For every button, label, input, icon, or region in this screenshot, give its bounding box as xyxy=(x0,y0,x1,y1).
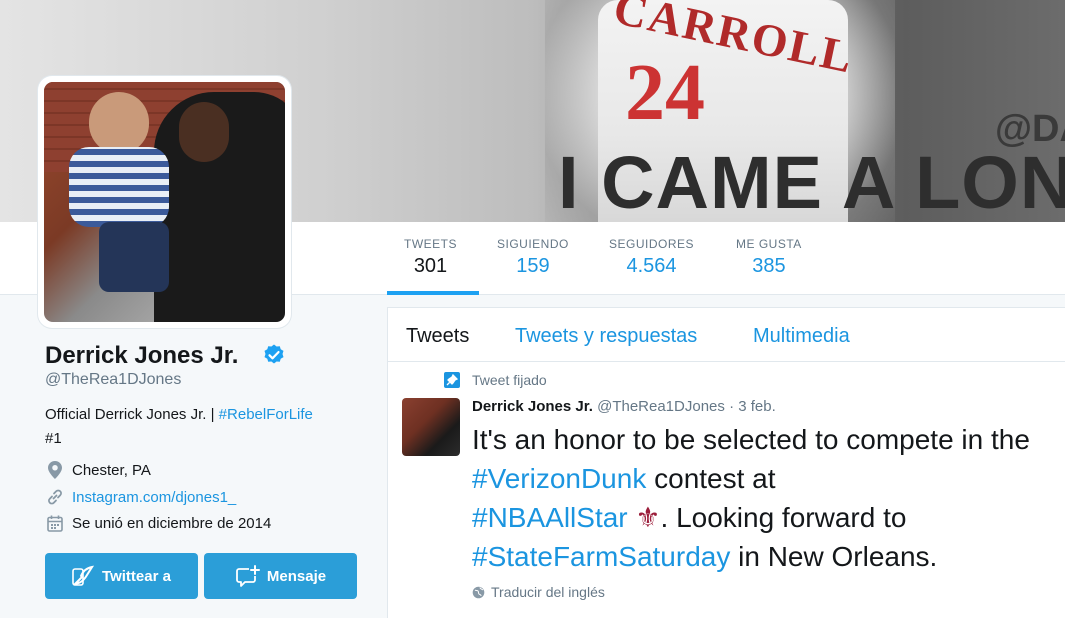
stat-value: 385 xyxy=(752,255,786,277)
profile-location: Chester, PA xyxy=(45,460,151,480)
translate-link[interactable]: Traducir del inglés xyxy=(472,584,605,600)
stat-value: 301 xyxy=(413,255,448,277)
hashtag-verizondunk-link[interactable]: #VerizonDunk xyxy=(472,463,646,494)
tweet-author-name[interactable]: Derrick Jones Jr. xyxy=(472,398,593,415)
tweet-date[interactable]: 3 feb. xyxy=(738,398,776,415)
active-tab-underline xyxy=(387,291,479,295)
location-pin-icon xyxy=(45,460,65,480)
banner-number-text: 24 xyxy=(625,49,705,137)
hashtag-statefarmsaturday-link[interactable]: #StateFarmSaturday xyxy=(472,541,730,572)
avatar-baby-head xyxy=(89,92,149,154)
stat-following[interactable]: SIGUIENDO 159 xyxy=(497,237,569,278)
website-link[interactable]: Instagram.com/djones1_ xyxy=(72,489,236,506)
joined-text: Se unió en diciembre de 2014 xyxy=(72,514,272,532)
hashtag-nbaallstar-link[interactable]: #NBAAllStar xyxy=(472,502,628,533)
profile-avatar[interactable] xyxy=(38,76,291,328)
calendar-icon xyxy=(45,513,65,533)
stat-label: SEGUIDORES xyxy=(609,237,695,251)
translate-label: Traducir del inglés xyxy=(491,584,605,600)
banner-slogan-text: I CAME A LONG xyxy=(558,141,1065,222)
tweet-to-button[interactable]: Twittear a xyxy=(45,553,198,599)
avatar-baby-body xyxy=(69,147,169,227)
avatar-photo xyxy=(44,82,285,322)
pinned-tweet-indicator: Tweet fijado xyxy=(444,372,547,388)
tweet-header: Derrick Jones Jr. @TheRea1DJones · 3 feb… xyxy=(472,398,776,415)
profile-name[interactable]: Derrick Jones Jr. xyxy=(45,342,238,370)
pinned-label: Tweet fijado xyxy=(472,372,547,388)
profile-website: Instagram.com/djones1_ xyxy=(45,487,236,507)
new-message-icon xyxy=(235,565,260,587)
stat-value: 159 xyxy=(516,255,550,277)
stat-followers[interactable]: SEGUIDORES 4.564 xyxy=(609,237,694,278)
profile-handle[interactable]: @TheRea1DJones xyxy=(45,371,181,389)
tab-tweets[interactable]: Tweets xyxy=(406,325,469,348)
stat-likes[interactable]: ME GUSTA 385 xyxy=(736,237,802,278)
tweet-text: It's an honor to be selected to compete … xyxy=(472,420,1065,576)
profile-joined: Se unió en diciembre de 2014 xyxy=(45,513,271,533)
stat-label: ME GUSTA xyxy=(736,237,802,251)
tweet-text-segment: It's an honor to be selected to compete … xyxy=(472,424,1030,455)
stat-tweets[interactable]: TWEETS 301 xyxy=(404,237,457,278)
tweet-text-segment: . Looking forward to xyxy=(660,502,907,533)
bio-hashtag-link[interactable]: #RebelForLife xyxy=(219,406,313,423)
tweet-author-handle[interactable]: @TheRea1DJones xyxy=(597,398,725,415)
pin-icon xyxy=(444,372,460,388)
globe-icon xyxy=(472,586,485,598)
fleur-de-lis-icon: ⚜ xyxy=(635,502,661,533)
bio-text-line2: #1 xyxy=(45,430,62,447)
avatar-baby-legs xyxy=(99,222,169,292)
avatar-man-face xyxy=(179,102,229,162)
bio-text: Official Derrick Jones Jr. | xyxy=(45,406,219,423)
compose-feather-icon xyxy=(72,565,95,586)
stat-label: SIGUIENDO xyxy=(497,237,569,251)
link-icon xyxy=(45,487,65,507)
stat-value: 4.564 xyxy=(626,255,677,277)
timeline: Tweets Tweets y respuestas Multimedia Tw… xyxy=(387,307,1065,618)
tweet-separator: · xyxy=(729,398,735,415)
tweet-text-segment: in New Orleans. xyxy=(730,541,938,572)
tab-tweets-replies[interactable]: Tweets y respuestas xyxy=(515,325,697,348)
profile-bio: Official Derrick Jones Jr. | #RebelForLi… xyxy=(45,403,365,451)
tweet-text-segment: contest at xyxy=(646,463,776,494)
message-label: Mensaje xyxy=(266,567,327,585)
stat-label: TWEETS xyxy=(404,237,457,251)
tab-media[interactable]: Multimedia xyxy=(753,325,850,348)
location-text: Chester, PA xyxy=(72,461,151,479)
verified-badge-icon xyxy=(264,344,284,364)
avatar-baby-figure xyxy=(69,92,169,292)
tweet-to-label: Twittear a xyxy=(102,567,171,585)
tweet-author-avatar[interactable] xyxy=(402,398,460,456)
message-button[interactable]: Mensaje xyxy=(204,553,357,599)
timeline-tabs: Tweets Tweets y respuestas Multimedia xyxy=(388,308,1065,362)
